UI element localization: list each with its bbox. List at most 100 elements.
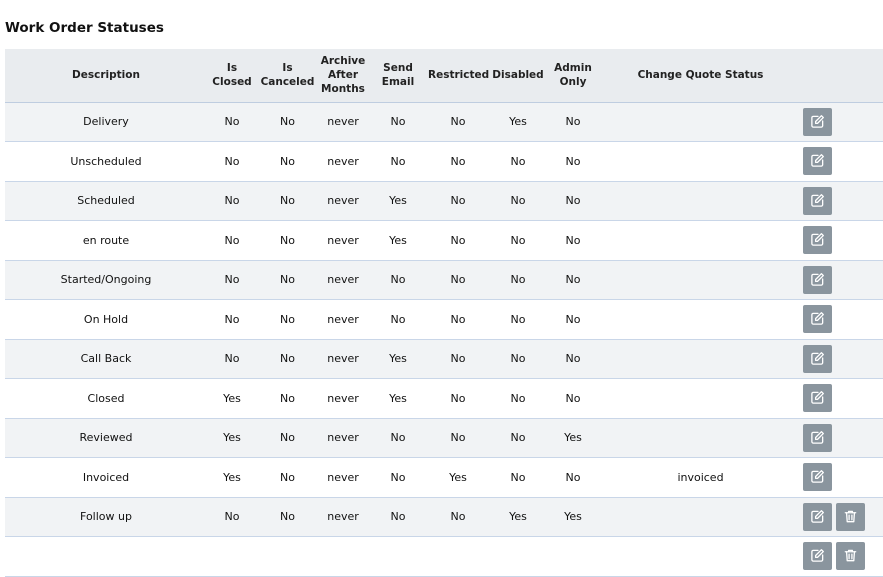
delete-button[interactable]	[836, 502, 865, 531]
edit-button[interactable]	[803, 107, 832, 136]
cell-is-closed: No	[207, 181, 257, 221]
cell-is-canceled: No	[257, 102, 318, 142]
edit-button[interactable]	[803, 502, 832, 531]
cell-change-quote-status	[598, 497, 803, 537]
col-is-canceled[interactable]: Is Canceled	[257, 49, 318, 103]
cell-send-email: Yes	[368, 339, 428, 379]
cell-disabled: Yes	[488, 497, 548, 537]
edit-button[interactable]	[803, 305, 832, 334]
cell-admin-only: No	[548, 181, 598, 221]
statuses-table: Description Is Closed Is Canceled Archiv…	[5, 49, 883, 577]
cell-disabled: No	[488, 141, 548, 182]
cell-description: Follow up	[5, 497, 207, 537]
table-row: Unscheduled No No never No No No No	[5, 141, 883, 182]
cell-admin-only: Yes	[548, 497, 598, 537]
row-actions	[803, 141, 883, 182]
cell-change-quote-status	[598, 536, 803, 577]
cell-send-email: Yes	[368, 220, 428, 261]
cell-description: Invoiced	[5, 457, 207, 498]
cell-description: en route	[5, 220, 207, 261]
cell-restricted: No	[428, 339, 488, 379]
edit-icon	[811, 233, 824, 247]
col-archive-after-months[interactable]: Archive After Months	[318, 49, 368, 103]
cell-admin-only: No	[548, 102, 598, 142]
cell-description: Scheduled	[5, 181, 207, 221]
col-description[interactable]: Description	[5, 49, 207, 103]
row-actions	[803, 260, 883, 300]
cell-description: Started/Ongoing	[5, 260, 207, 300]
edit-button[interactable]	[803, 344, 832, 373]
cell-restricted	[428, 536, 488, 577]
cell-is-canceled: No	[257, 418, 318, 458]
edit-button[interactable]	[803, 226, 832, 255]
cell-admin-only: No	[548, 299, 598, 340]
cell-change-quote-status	[598, 181, 803, 221]
cell-is-closed: Yes	[207, 457, 257, 498]
table-row: Call Back No No never Yes No No No	[5, 339, 883, 379]
cell-archive-after: never	[318, 299, 368, 340]
cell-is-closed: No	[207, 141, 257, 182]
cell-send-email: No	[368, 457, 428, 498]
edit-button[interactable]	[803, 147, 832, 176]
cell-change-quote-status	[598, 339, 803, 379]
edit-icon	[811, 114, 824, 128]
cell-is-closed: Yes	[207, 378, 257, 419]
delete-button[interactable]	[836, 542, 865, 571]
edit-icon	[811, 430, 824, 444]
cell-is-canceled: No	[257, 141, 318, 182]
col-change-quote-status[interactable]: Change Quote Status	[598, 49, 803, 103]
col-disabled[interactable]: Disabled	[488, 49, 548, 103]
trash-icon	[844, 549, 857, 562]
cell-admin-only: Yes	[548, 418, 598, 458]
row-actions	[803, 299, 883, 340]
cell-change-quote-status	[598, 260, 803, 300]
cell-admin-only	[548, 536, 598, 577]
edit-icon	[811, 193, 824, 207]
col-restricted[interactable]: Restricted	[428, 49, 489, 103]
col-send-email[interactable]: Send Email	[368, 49, 428, 103]
cell-admin-only: No	[548, 339, 598, 379]
cell-change-quote-status	[598, 102, 803, 142]
edit-button[interactable]	[803, 463, 832, 492]
cell-is-closed	[207, 536, 257, 577]
edit-icon	[811, 312, 824, 326]
col-is-closed[interactable]: Is Closed	[207, 49, 257, 103]
cell-archive-after: never	[318, 339, 368, 379]
row-actions	[803, 339, 883, 379]
cell-disabled: No	[488, 457, 548, 498]
cell-is-closed: No	[207, 299, 257, 340]
edit-button[interactable]	[803, 542, 832, 571]
cell-send-email: No	[368, 102, 428, 142]
table-row: Delivery No No never No No Yes No	[5, 102, 883, 142]
table-row: Closed Yes No never Yes No No No	[5, 378, 883, 419]
table-row: Invoiced Yes No never No Yes No No invoiced	[5, 457, 883, 498]
cell-restricted: No	[428, 181, 488, 221]
table-row: en route No No never Yes No No No	[5, 220, 883, 261]
edit-icon	[811, 391, 824, 405]
edit-button[interactable]	[803, 384, 832, 413]
row-actions	[803, 418, 883, 458]
row-actions	[803, 181, 883, 221]
cell-restricted: No	[428, 102, 488, 142]
cell-is-canceled: No	[257, 299, 318, 340]
row-actions	[803, 378, 883, 419]
edit-button[interactable]	[803, 265, 832, 294]
cell-disabled: No	[488, 220, 548, 261]
cell-change-quote-status	[598, 418, 803, 458]
cell-disabled: No	[488, 260, 548, 300]
cell-archive-after: never	[318, 260, 368, 300]
edit-icon	[811, 509, 824, 523]
cell-send-email: No	[368, 299, 428, 340]
cell-change-quote-status	[598, 141, 803, 182]
table-row: Follow up No No never No No Yes Yes	[5, 497, 883, 537]
edit-icon	[811, 272, 824, 286]
cell-is-canceled: No	[257, 260, 318, 300]
cell-disabled: No	[488, 378, 548, 419]
cell-archive-after: never	[318, 378, 368, 419]
edit-button[interactable]	[803, 423, 832, 452]
edit-button[interactable]	[803, 186, 832, 215]
col-admin-only[interactable]: Admin Only	[548, 49, 598, 103]
cell-is-closed: No	[207, 260, 257, 300]
cell-restricted: No	[428, 260, 488, 300]
top-link-strip[interactable]	[0, 0, 883, 3]
